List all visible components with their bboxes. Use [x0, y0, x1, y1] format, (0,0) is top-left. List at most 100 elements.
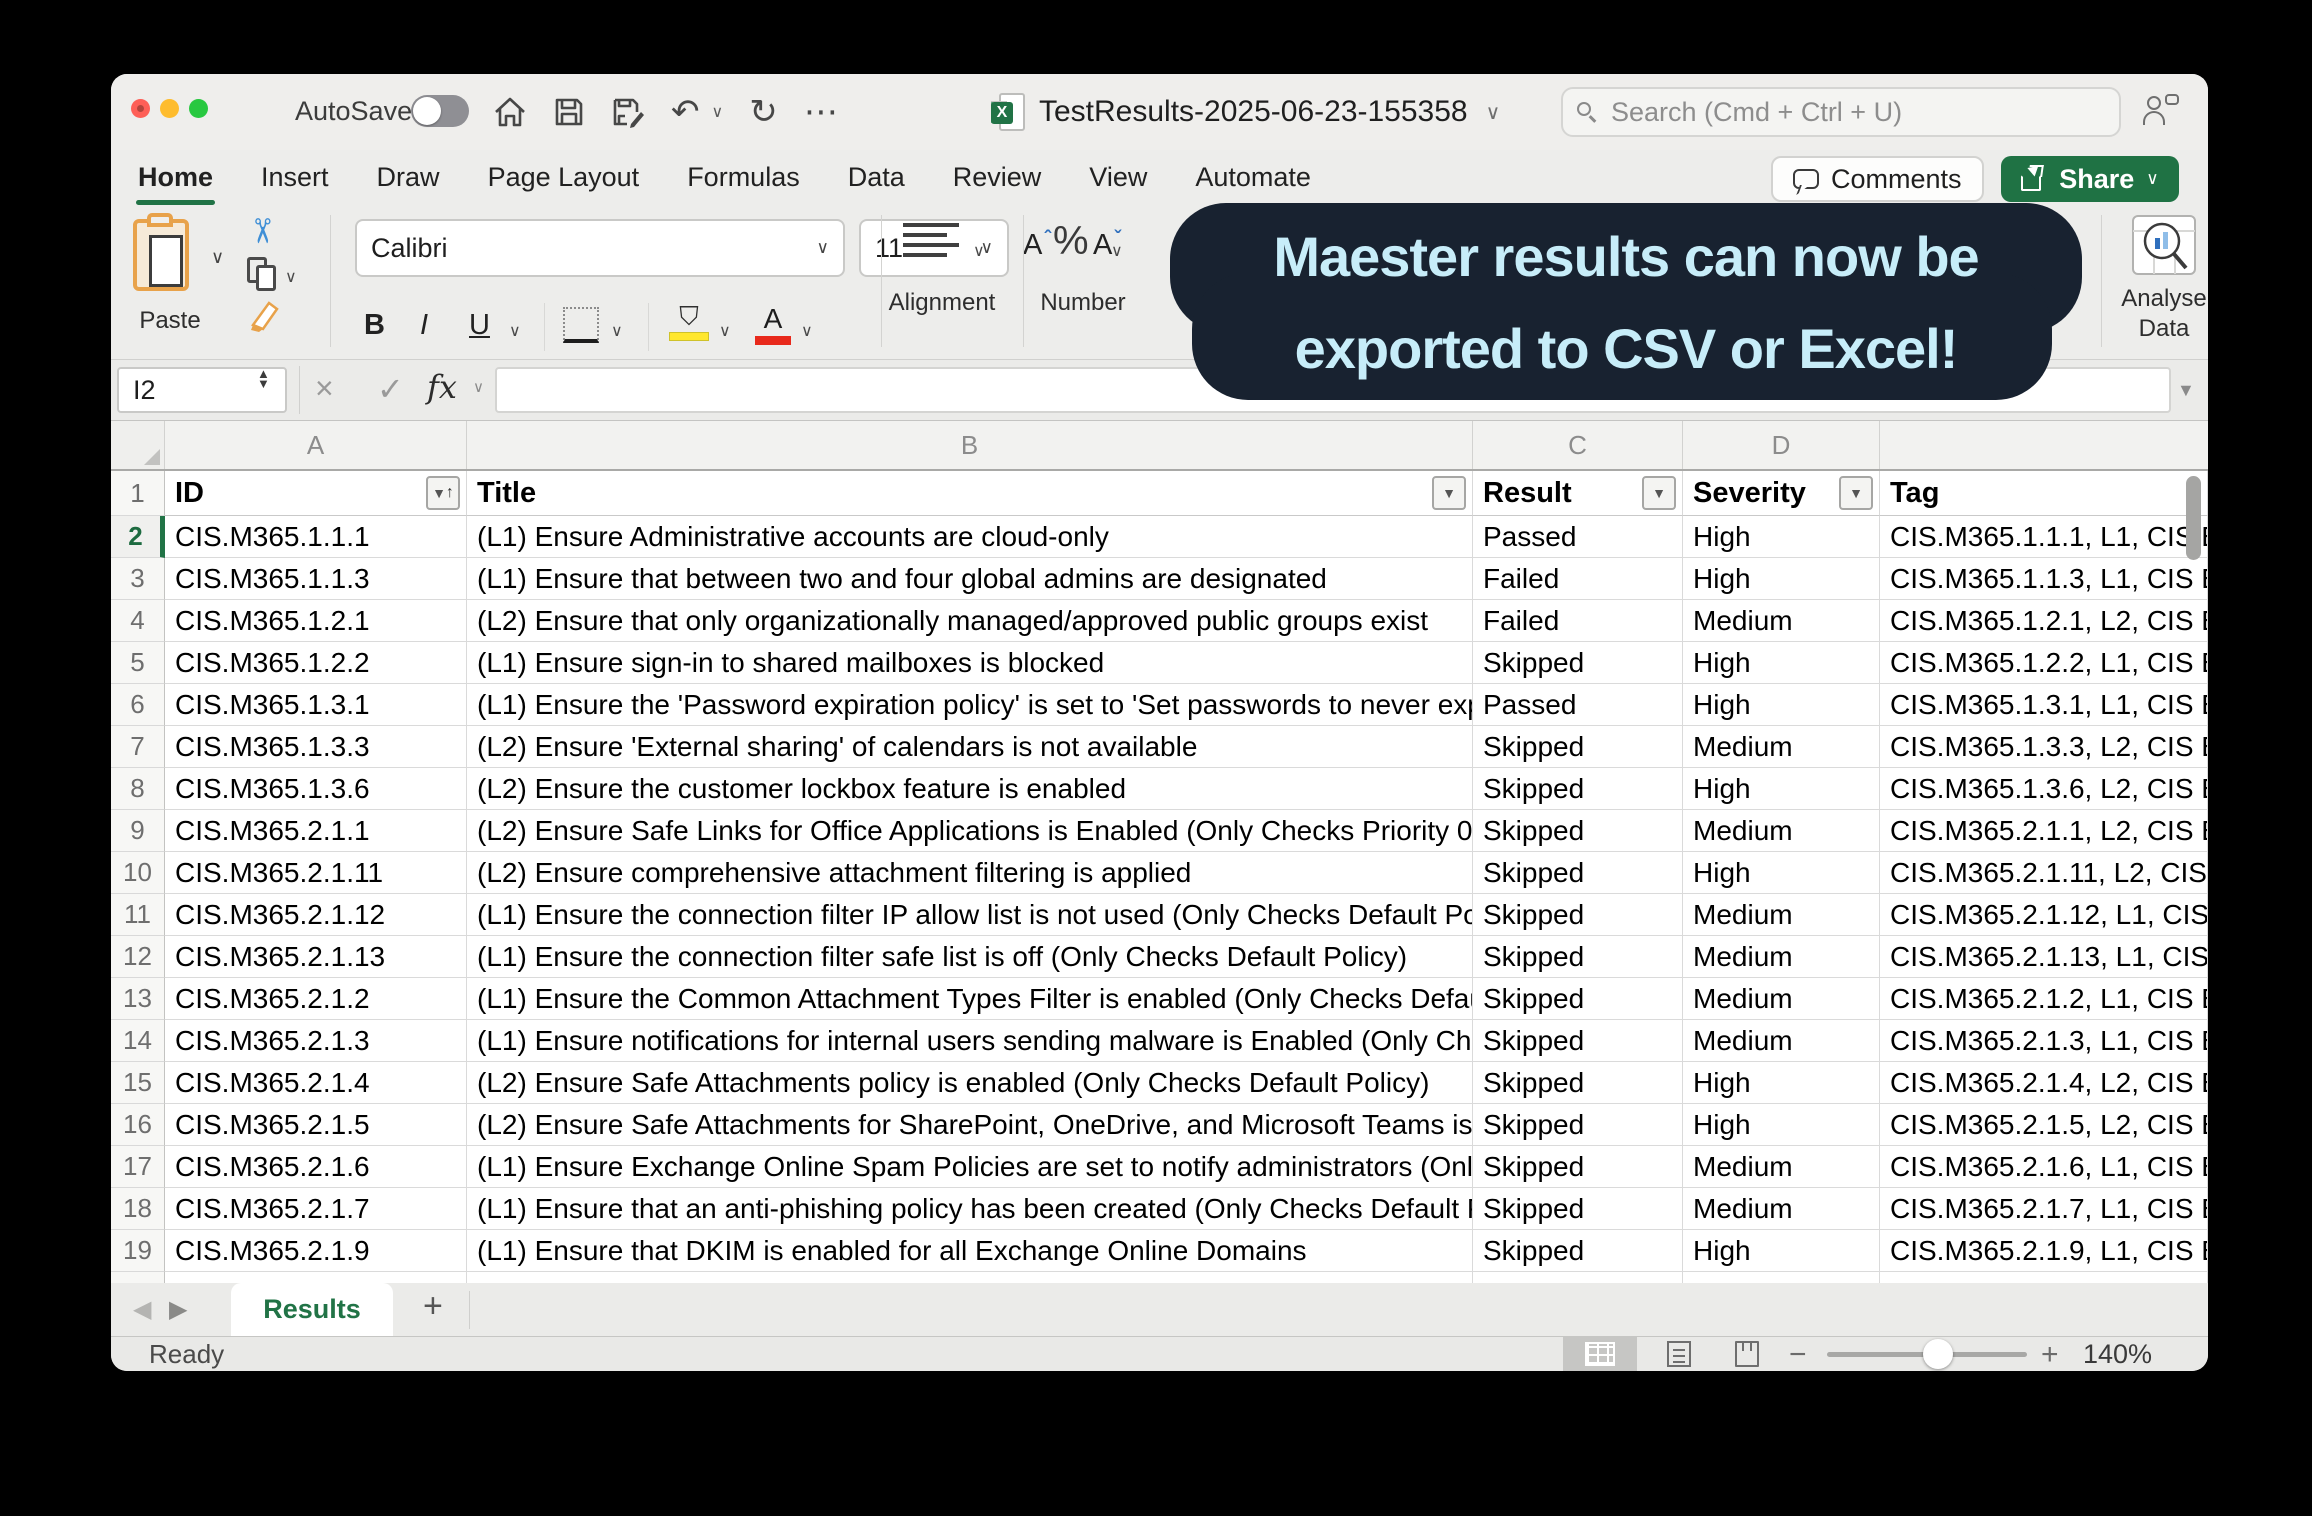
cell-severity[interactable]: Medium [1683, 726, 1880, 768]
row-number[interactable]: 9 [111, 810, 165, 852]
font-color-button[interactable]: A [755, 305, 791, 345]
cell-title[interactable]: (L1) Ensure the connection filter safe l… [467, 936, 1473, 978]
row-number[interactable]: 14 [111, 1020, 165, 1062]
copy-icon[interactable]: ∨ [247, 257, 281, 293]
italic-button[interactable]: I [420, 309, 428, 342]
borders-chevron-icon[interactable]: ∨ [611, 321, 623, 341]
header-result[interactable]: Result ▼ [1473, 471, 1683, 516]
column-letter-d[interactable]: D [1683, 421, 1880, 469]
cell-title[interactable]: (L1) Ensure that DKIM is enabled for all… [467, 1230, 1473, 1272]
cell-tag[interactable]: CIS.M365.1.2.2, L1, CIS E3 [1880, 642, 2208, 684]
cell-severity[interactable]: High [1683, 1230, 1880, 1272]
zoom-window-button[interactable] [189, 99, 208, 118]
fx-chevron-icon[interactable]: ∨ [473, 378, 484, 396]
cut-icon[interactable]: ✂ [241, 217, 281, 246]
cell-result[interactable]: Passed [1473, 516, 1683, 558]
fill-color-button[interactable]: ⛉ [669, 303, 709, 341]
tab-formulas[interactable]: Formulas [685, 158, 802, 197]
cell-id[interactable]: CIS.M365.1.3.3 [165, 726, 467, 768]
row-number[interactable]: 13 [111, 978, 165, 1020]
cell-severity[interactable]: Medium [1683, 1020, 1880, 1062]
cell-severity[interactable]: Medium [1683, 600, 1880, 642]
cell-tag[interactable]: CIS.M365.2.1.13, L1, CIS [1880, 936, 2208, 978]
cell-id[interactable]: CIS.M365.2.1.5 [165, 1104, 467, 1146]
cell-result[interactable]: Skipped [1473, 1062, 1683, 1104]
cell-title[interactable]: (L1) Ensure sign-in to shared mailboxes … [467, 642, 1473, 684]
cell-severity[interactable]: High [1683, 642, 1880, 684]
row-number[interactable]: 15 [111, 1062, 165, 1104]
cell-title[interactable]: (L1) Ensure that an anti-phishing policy… [467, 1188, 1473, 1230]
cell-result[interactable]: Failed [1473, 600, 1683, 642]
cell-title[interactable]: (L2) Ensure the customer lockbox feature… [467, 768, 1473, 810]
cell-title[interactable]: (L1) Ensure Exchange Online Spam Policie… [467, 1146, 1473, 1188]
paste-button[interactable] [133, 213, 205, 297]
normal-view-button[interactable] [1563, 1337, 1637, 1371]
cell-severity[interactable]: Medium [1683, 894, 1880, 936]
cell-title[interactable]: (L1) Ensure notifications for internal u… [467, 1020, 1473, 1062]
cell-title[interactable]: (L1) Ensure that between two and four gl… [467, 558, 1473, 600]
vertical-scrollbar-thumb[interactable] [2186, 476, 2201, 560]
borders-button[interactable] [563, 307, 599, 343]
cell-severity[interactable]: Medium [1683, 978, 1880, 1020]
cell-id[interactable]: CIS.M365.1.1.3 [165, 558, 467, 600]
cell-result[interactable]: Failed [1473, 558, 1683, 600]
cell-severity[interactable]: Medium [1683, 1188, 1880, 1230]
cell-result[interactable]: Skipped [1473, 1146, 1683, 1188]
cell-id[interactable]: CIS.M365.2.1.11 [165, 852, 467, 894]
cell-title[interactable]: (L1) Ensure the connection filter IP all… [467, 894, 1473, 936]
number-chevron-icon[interactable]: ∨ [1111, 241, 1123, 261]
filter-button-severity[interactable]: ▼ [1839, 476, 1873, 510]
cell-result[interactable]: Passed [1473, 684, 1683, 726]
search-input[interactable] [1609, 96, 2105, 129]
page-layout-view-button[interactable] [1647, 1337, 1711, 1371]
prev-sheet-icon[interactable]: ◀ [133, 1295, 151, 1324]
cell-id[interactable]: CIS.M365.2.1.1 [165, 810, 467, 852]
undo-icon[interactable]: ↶ [671, 95, 700, 129]
cell-result[interactable]: Skipped [1473, 810, 1683, 852]
tab-insert[interactable]: Insert [259, 158, 331, 197]
cell-id[interactable]: CIS.M365.1.3.6 [165, 768, 467, 810]
cell-tag[interactable]: CIS.M365.2.1.12, L1, CIS [1880, 894, 2208, 936]
bold-button[interactable]: B [364, 309, 385, 342]
cell-id[interactable]: CIS.M365.1.2.1 [165, 600, 467, 642]
cell-id[interactable]: CIS.M365.2.1.12 [165, 894, 467, 936]
cell-severity[interactable]: High [1683, 768, 1880, 810]
document-title-area[interactable]: X TestResults-2025-06-23-155358 ∨ [991, 74, 1500, 150]
row-number[interactable]: 18 [111, 1188, 165, 1230]
row-number[interactable]: 1 [111, 471, 165, 516]
page-break-view-button[interactable] [1715, 1337, 1779, 1371]
increase-font-button[interactable]: Aˆ [1023, 229, 1051, 262]
cell-result[interactable]: Skipped [1473, 1230, 1683, 1272]
cell-severity[interactable]: High [1683, 684, 1880, 726]
alignment-chevron-icon[interactable]: ∨ [973, 241, 985, 261]
row-number[interactable]: 4 [111, 600, 165, 642]
row-number[interactable]: 8 [111, 768, 165, 810]
save-icon[interactable] [553, 96, 585, 128]
column-letter-e[interactable] [1880, 421, 2208, 469]
row-number[interactable]: 2 [111, 516, 165, 558]
cell-id[interactable]: CIS.M365.2.1.6 [165, 1146, 467, 1188]
percent-style-button[interactable]: % [1053, 219, 1089, 264]
cell-severity[interactable]: High [1683, 1062, 1880, 1104]
person-feedback-icon[interactable] [2143, 94, 2183, 134]
cell-title[interactable]: (L1) Ensure the 'Password expiration pol… [467, 684, 1473, 726]
cell-result[interactable]: Skipped [1473, 642, 1683, 684]
header-tag[interactable]: Tag [1880, 471, 2208, 516]
cell-severity[interactable]: High [1683, 558, 1880, 600]
close-window-button[interactable] [131, 99, 150, 118]
zoom-out-icon[interactable]: − [1789, 1338, 1807, 1371]
autosave-toggle[interactable] [411, 95, 469, 127]
tab-home[interactable]: Home [136, 158, 215, 197]
cell-tag[interactable]: CIS.M365.2.1.1, L2, CIS E3 [1880, 810, 2208, 852]
underline-button[interactable]: U [469, 309, 490, 342]
tab-page-layout[interactable]: Page Layout [486, 158, 642, 197]
row-number[interactable]: 17 [111, 1146, 165, 1188]
row-number[interactable]: 10 [111, 852, 165, 894]
cell-tag[interactable]: CIS.M365.1.1.3, L1, CIS E3 [1880, 558, 2208, 600]
filter-button-result[interactable]: ▼ [1642, 476, 1676, 510]
cell-id[interactable]: CIS.M365.2.1.9 [165, 1230, 467, 1272]
cell-tag[interactable]: CIS.M365.1.3.6, L2, CIS E3 [1880, 768, 2208, 810]
cell-title[interactable]: (L2) Ensure comprehensive attachment fil… [467, 852, 1473, 894]
cell-id[interactable]: CIS.M365.1.2.2 [165, 642, 467, 684]
cell-severity[interactable]: Medium [1683, 810, 1880, 852]
